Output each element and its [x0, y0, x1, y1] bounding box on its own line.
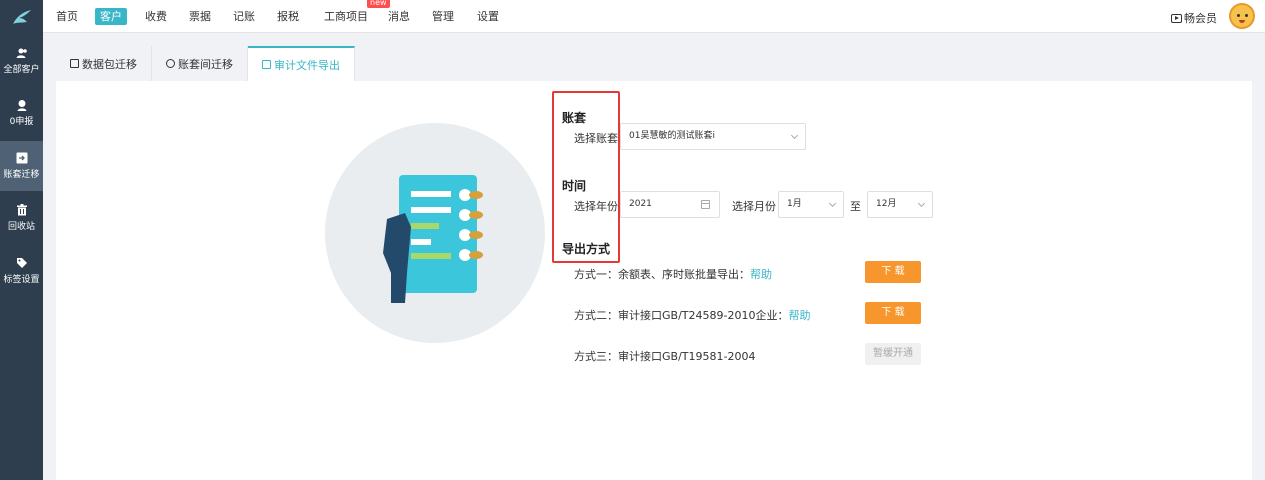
- tab-label: 数据包迁移: [82, 57, 137, 71]
- method-two-text: 方式二：审计接口GB/T24589-2010企业：: [574, 309, 789, 322]
- method-two-download-button[interactable]: 下 载: [865, 302, 921, 324]
- member-label: 畅会员: [1184, 12, 1217, 25]
- method-one-text: 方式一：余额表、序时账批量导出：: [574, 268, 750, 281]
- month-from-select[interactable]: 1月: [778, 191, 844, 218]
- top-navbar: 首页 客户 收费 票据 记账 报税 工商项目 new 消息 管理 设置 畅会员: [0, 0, 1265, 33]
- tab-audit-export[interactable]: 审计文件导出: [248, 46, 355, 81]
- sidebar-item-recycle-bin[interactable]: 回收站: [0, 193, 43, 243]
- chevron-down-icon: [828, 199, 837, 208]
- method-two-help-link[interactable]: 帮助: [788, 309, 810, 322]
- nav-invoices[interactable]: 票据: [189, 9, 211, 25]
- new-badge: new: [367, 0, 390, 8]
- nav-home[interactable]: 首页: [56, 9, 78, 25]
- nav-customers[interactable]: 客户: [95, 8, 127, 25]
- sidebar-item-label: 账套迁移: [3, 170, 40, 180]
- play-icon: [1171, 13, 1182, 23]
- export-section-title: 导出方式: [562, 242, 611, 256]
- chevron-down-icon: [790, 131, 799, 140]
- tag-icon: [16, 257, 28, 269]
- month-from-value: 1月: [787, 199, 802, 209]
- month-to-label: 至: [850, 200, 861, 213]
- tab-label: 审计文件导出: [274, 58, 340, 72]
- avatar[interactable]: [1229, 3, 1255, 29]
- nav-settings[interactable]: 设置: [477, 9, 499, 25]
- nav-bookkeeping[interactable]: 记账: [233, 9, 255, 25]
- tab-bar: 数据包迁移 账套间迁移 审计文件导出: [56, 46, 355, 81]
- sidebar-item-label: 标签设置: [3, 275, 40, 285]
- account-section-title: 账套: [562, 111, 587, 125]
- nav-messages[interactable]: 消息: [388, 9, 410, 25]
- method-three-text: 方式三：审计接口GB/T19581-2004: [574, 350, 756, 363]
- tab-data-package-migration[interactable]: 数据包迁移: [56, 46, 152, 81]
- year-picker-value: 2021: [629, 199, 652, 209]
- sidebar-item-label: 回收站: [7, 222, 35, 232]
- sidebar-item-zero-declare[interactable]: 0申报: [0, 88, 43, 138]
- transfer-icon: [166, 59, 175, 68]
- users-icon: [16, 47, 28, 59]
- month-to-select[interactable]: 12月: [867, 191, 933, 218]
- user-zero-icon: [16, 99, 28, 111]
- time-section-title: 时间: [562, 179, 587, 193]
- method-three-pending-button: 暂缓开通: [865, 343, 921, 365]
- sidebar: 全部客户 0申报 账套迁移 回收站 标签设置: [0, 33, 43, 480]
- method-three: 方式三：审计接口GB/T19581-2004: [574, 348, 755, 364]
- method-one-download-button[interactable]: 下 载: [865, 261, 921, 283]
- migrate-icon: [16, 152, 28, 164]
- leaf-logo-icon: [12, 9, 31, 24]
- sidebar-item-label: 0申报: [9, 117, 34, 127]
- calendar-icon: [701, 200, 710, 209]
- nav-tax[interactable]: 报税: [277, 9, 299, 25]
- chevron-down-icon: [917, 199, 926, 208]
- content-panel: 账套 选择账套： 01吴慧敏的测试账套i 时间 选择年份： 2021 选择月份：…: [56, 81, 1252, 480]
- sidebar-item-label: 全部客户: [3, 65, 40, 75]
- account-select-value: 01吴慧敏的测试账套i: [629, 131, 715, 141]
- app-logo[interactable]: [0, 0, 43, 33]
- method-one: 方式一：余额表、序时账批量导出：帮助: [574, 266, 772, 282]
- tab-label: 账套间迁移: [178, 57, 233, 71]
- trash-icon: [16, 204, 28, 216]
- sidebar-item-all-customers[interactable]: 全部客户: [0, 36, 43, 86]
- notebook-hand-icon: [383, 175, 483, 303]
- nav-billing[interactable]: 收费: [145, 9, 167, 25]
- nav-manage[interactable]: 管理: [432, 9, 454, 25]
- method-two: 方式二：审计接口GB/T24589-2010企业：帮助: [574, 307, 810, 323]
- export-icon: [262, 60, 271, 69]
- year-picker[interactable]: 2021: [620, 191, 720, 218]
- account-select[interactable]: 01吴慧敏的测试账套i: [620, 123, 806, 150]
- method-one-help-link[interactable]: 帮助: [750, 268, 772, 281]
- month-to-value: 12月: [876, 199, 897, 209]
- nav-business-projects[interactable]: 工商项目: [324, 9, 368, 25]
- package-icon: [70, 59, 79, 68]
- sidebar-item-account-migration[interactable]: 账套迁移: [0, 141, 43, 191]
- notebook-illustration: [325, 123, 545, 343]
- sidebar-item-tag-settings[interactable]: 标签设置: [0, 246, 43, 296]
- member-link[interactable]: 畅会员: [1171, 10, 1217, 26]
- tab-account-transfer[interactable]: 账套间迁移: [152, 46, 248, 81]
